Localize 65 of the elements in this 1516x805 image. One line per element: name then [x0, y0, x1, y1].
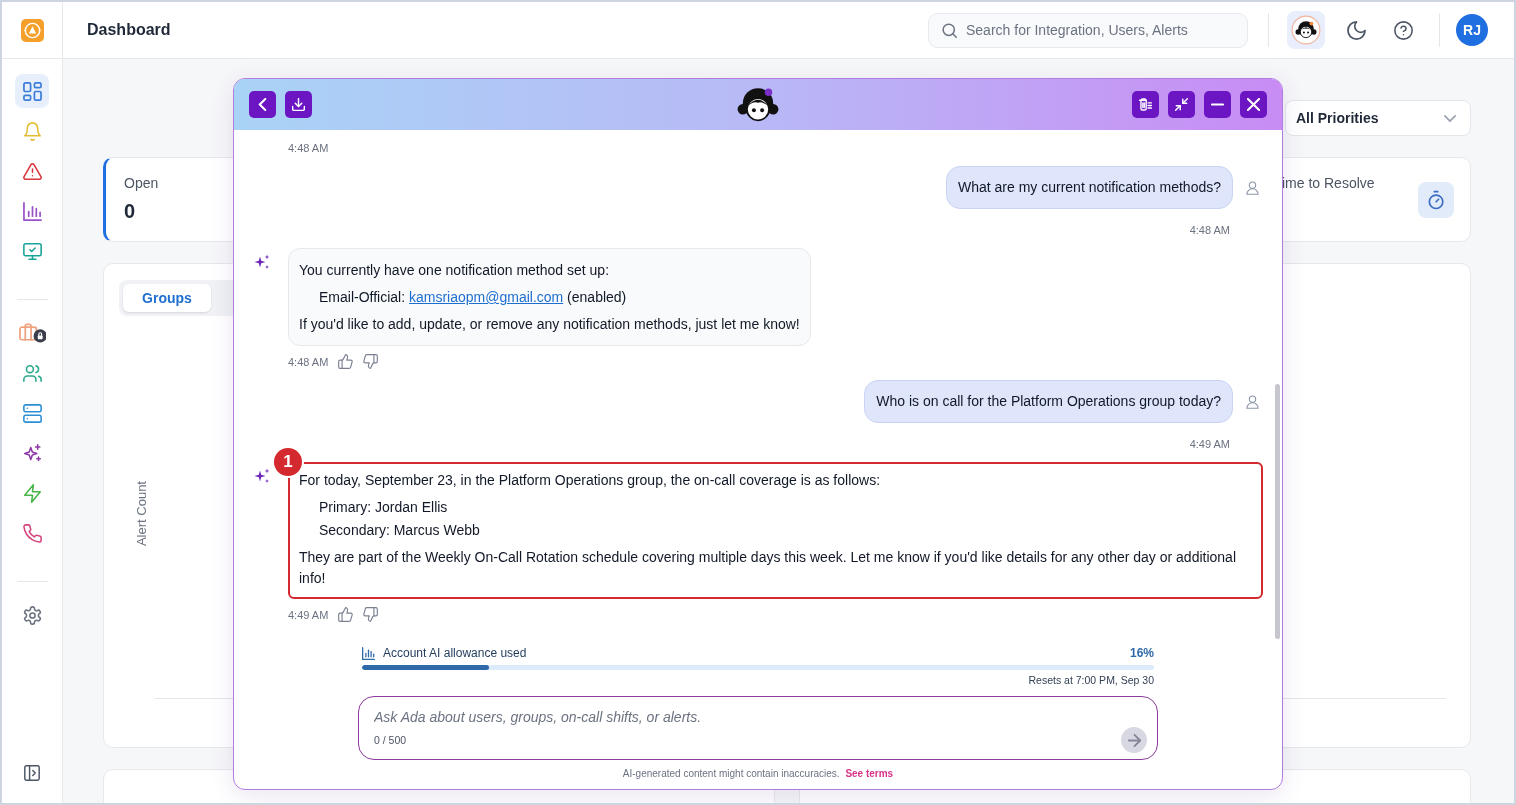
page-title: Dashboard: [87, 21, 171, 39]
disclaimer-text: AI-generated content might contain inaccuracies. See terms: [622, 767, 894, 781]
reset-note: Resets at 7:00 PM, Sep 30: [1028, 673, 1154, 687]
download-icon: [292, 98, 305, 111]
callout-number-badge: 1: [274, 448, 302, 476]
usage-percent: 16%: [1129, 646, 1154, 660]
message-text: Primary: Jordan Ellis: [318, 498, 449, 517]
minimize-button[interactable]: [1204, 91, 1231, 118]
close-icon: [1247, 98, 1260, 111]
user-icon: [1246, 394, 1259, 409]
see-terms-link[interactable]: See terms: [845, 768, 894, 779]
message-text: For today, September 23, in the Platform Operations group, the on-call coverage is as follows:: [299, 471, 882, 490]
chevron-down-icon: [1444, 114, 1456, 122]
help-icon: [1393, 20, 1413, 40]
message-time: 4:49 AM: [288, 607, 329, 622]
message-time: 4:48 AM: [288, 354, 329, 369]
mascot-icon: [737, 87, 779, 122]
search-icon: [942, 22, 957, 38]
download-button[interactable]: [285, 91, 312, 118]
view-tab[interactable]: Groups: [123, 284, 211, 312]
user-icon: [1246, 180, 1259, 195]
sparkle-icon: [254, 468, 270, 484]
trash-icon: [1139, 98, 1152, 111]
shrink-icon: [1175, 98, 1188, 111]
message-time: 4:48 AM: [288, 141, 329, 155]
shrink-button[interactable]: [1168, 91, 1195, 118]
logo-icon: [20, 18, 44, 42]
assistant-button[interactable]: [1287, 11, 1325, 49]
clear-chat-button[interactable]: [1132, 91, 1159, 118]
sparkle-icon: [254, 254, 270, 270]
message-time: 4:48 AM: [1189, 223, 1230, 237]
message-input[interactable]: Ask Ada about users, groups, on-call shifts, or alerts.: [374, 709, 894, 725]
message-text: You currently have one notification method set up:: [299, 261, 611, 280]
close-button[interactable]: [1240, 91, 1267, 118]
stat-value: 0: [124, 199, 136, 224]
character-counter: 0 / 500: [374, 734, 407, 746]
message-text: Secondary: Marcus Webb: [318, 521, 481, 540]
bar-chart-icon: [362, 646, 375, 660]
message-time: 4:49 AM: [1189, 437, 1230, 451]
arrow-right-icon: [1127, 733, 1141, 747]
back-button[interactable]: [249, 91, 276, 118]
priority-select[interactable]: All Priorities: [1285, 100, 1471, 136]
email-link[interactable]: kamsriaopm@gmail.com: [409, 289, 564, 305]
thumbs-up-icon[interactable]: [338, 607, 354, 622]
scrollbar-thumb[interactable]: [1275, 384, 1280, 639]
mascot-icon: [1291, 15, 1321, 45]
message-text: Email-Official: kamsriaopm@gmail.com (enabled): [318, 288, 628, 307]
message-text: If you'd like to add, update, or remove any notification methods, just let me know!: [299, 315, 800, 334]
timer-icon: [1418, 182, 1454, 218]
user-message: What are my current notification methods?: [946, 166, 1233, 209]
stat-label: Open: [124, 174, 159, 192]
search-field[interactable]: Search for Integration, Users, Alerts: [928, 12, 1248, 48]
stat-label: ime to Resolve: [1282, 174, 1375, 192]
user-avatar[interactable]: RJ: [1456, 14, 1488, 46]
y-axis-label: Alert Count: [134, 480, 149, 546]
thumbs-up-icon[interactable]: [338, 354, 354, 369]
thumbs-down-icon[interactable]: [363, 607, 379, 622]
sidebar-toggle-icon: [24, 765, 40, 781]
thumbs-down-icon[interactable]: [363, 354, 379, 369]
user-message: Who is on call for the Platform Operations group today?: [864, 380, 1233, 423]
chevron-left-icon: [256, 98, 269, 111]
send-button[interactable]: [1121, 727, 1147, 753]
moon-icon: [1346, 20, 1366, 40]
usage-label: Account AI allowance used: [383, 646, 528, 660]
message-text: They are part of the Weekly On-Call Rotation schedule covering multiple days this week. Let me know if you'd like details for any other day or additional info!: [299, 548, 1237, 588]
